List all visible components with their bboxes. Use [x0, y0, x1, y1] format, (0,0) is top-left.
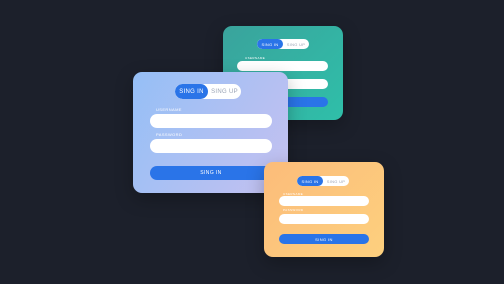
sign-in-button[interactable]: SING IN [150, 166, 272, 180]
sign-in-button[interactable]: SING IN [279, 234, 369, 244]
username-input[interactable] [279, 196, 369, 206]
sign-in-tab[interactable]: SING IN [175, 84, 208, 99]
password-label: PASSWORD [156, 132, 183, 137]
sign-up-tab[interactable]: SING UP [283, 39, 309, 49]
sign-up-tab[interactable]: SING UP [323, 176, 349, 186]
username-input[interactable] [150, 114, 272, 128]
auth-mode-toggle: SING IN SING UP [257, 39, 309, 49]
username-input[interactable] [237, 61, 328, 71]
login-card-orange: SING IN SING UP USERNAME PASSWORD SING I… [264, 162, 384, 257]
password-label: PASSWORD [283, 208, 304, 212]
sign-in-tab[interactable]: SING IN [297, 176, 323, 186]
auth-mode-toggle: SING IN SING UP [297, 176, 349, 186]
password-input[interactable] [279, 214, 369, 224]
username-label: USERNAME [245, 56, 266, 60]
auth-mode-toggle: SING IN SING UP [175, 84, 241, 99]
username-label: USERNAME [156, 107, 182, 112]
sign-up-tab[interactable]: SING UP [208, 84, 241, 99]
password-input[interactable] [150, 139, 272, 153]
sign-in-tab[interactable]: SING IN [257, 39, 283, 49]
